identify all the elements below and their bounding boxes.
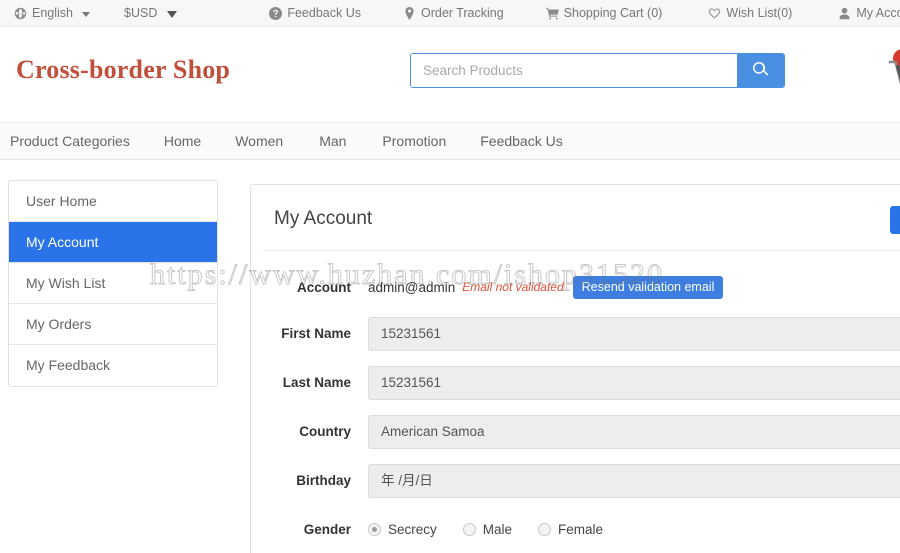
question-circle-icon: [269, 6, 283, 20]
account-form: Account admin@admin Email not validated …: [251, 251, 900, 553]
topbar-wish-list-link[interactable]: Wish List(0): [708, 0, 792, 26]
currency-selector[interactable]: $USD: [124, 0, 178, 26]
currency-label: $USD: [124, 6, 158, 20]
page-title: My Account: [274, 208, 373, 229]
utility-topbar: English $USD Feedback Us Order Tracking …: [0, 0, 900, 27]
account-label: Account: [297, 279, 351, 295]
gender-option-female-label: Female: [558, 522, 604, 537]
topbar-order-tracking-link[interactable]: Order Tracking: [403, 0, 504, 26]
birthday-date-input[interactable]: 年 /月/日: [368, 463, 900, 498]
chevron-down-icon: [82, 11, 90, 17]
nav-item-man[interactable]: Man: [319, 133, 346, 149]
header-cart-widget[interactable]: [884, 49, 900, 99]
account-sidebar: User Home My Account My Wish List My Ord…: [8, 180, 218, 387]
sidebar-item-user-home[interactable]: User Home: [9, 181, 217, 222]
birthday-label: Birthday: [296, 473, 351, 488]
nav-item-feedback-us[interactable]: Feedback Us: [480, 133, 562, 149]
update-button[interactable]: Up: [890, 206, 900, 234]
shopping-cart-icon: [545, 7, 559, 20]
gender-option-male[interactable]: Male: [462, 522, 513, 537]
nav-item-home[interactable]: Home: [164, 133, 201, 149]
last-name-input[interactable]: 15231561: [368, 365, 900, 400]
radio-dot-icon: [368, 523, 381, 536]
topbar-my-account-label: My Account (1523: [856, 6, 900, 20]
gender-option-female[interactable]: Female: [538, 522, 603, 537]
page-root: English $USD Feedback Us Order Tracking …: [0, 0, 900, 553]
topbar-order-tracking-label: Order Tracking: [421, 6, 504, 20]
site-logo[interactable]: Cross-border Shop: [16, 55, 230, 85]
language-selector[interactable]: English: [14, 0, 90, 26]
map-pin-icon: [403, 6, 416, 20]
search-input[interactable]: [411, 54, 737, 87]
heart-icon: [708, 7, 721, 20]
country-label: Country: [299, 424, 351, 439]
topbar-wish-list-label: Wish List(0): [726, 6, 793, 20]
form-row-first-name: First Name 15231561: [251, 309, 900, 358]
topbar-feedback-link[interactable]: Feedback Us: [269, 0, 361, 26]
nav-item-women[interactable]: Women: [235, 133, 283, 149]
gender-label: Gender: [303, 522, 351, 537]
email-validation-warning: Email not validated: [462, 280, 564, 294]
form-row-birthday: Birthday 年 /月/日: [251, 456, 900, 505]
nav-item-product-categories[interactable]: Product Categories: [10, 133, 130, 149]
radio-dot-icon: [538, 523, 552, 536]
last-name-label: Last Name: [282, 375, 351, 390]
gender-option-male-label: Male: [482, 522, 513, 537]
form-row-account: Account admin@admin Email not validated …: [251, 265, 900, 309]
gender-option-secrecy-label: Secrecy: [388, 522, 437, 537]
site-header: Cross-border Shop: [0, 27, 900, 122]
topbar-feedback-label: Feedback Us: [287, 6, 361, 20]
gender-option-secrecy[interactable]: Secrecy: [368, 522, 437, 537]
globe-icon: [14, 7, 27, 20]
sidebar-item-my-feedback[interactable]: My Feedback: [9, 345, 217, 386]
form-row-country: Country American Samoa: [251, 407, 900, 456]
chevron-down-icon: [167, 10, 178, 18]
topbar-shopping-cart-label: Shopping Cart (0): [563, 6, 663, 20]
form-row-last-name: Last Name 15231561: [251, 358, 900, 407]
search-button[interactable]: [737, 54, 784, 87]
radio-dot-icon: [462, 523, 476, 536]
topbar-shopping-cart-link[interactable]: Shopping Cart (0): [545, 0, 663, 26]
sidebar-item-my-orders[interactable]: My Orders: [9, 304, 217, 345]
resend-validation-email-button[interactable]: Resend validation email: [572, 275, 724, 299]
user-icon: [838, 7, 851, 20]
first-name-input[interactable]: 15231561: [368, 316, 900, 351]
account-value: admin@admin: [368, 279, 456, 295]
nav-item-promotion[interactable]: Promotion: [382, 133, 446, 149]
search-icon: [752, 61, 769, 81]
main-navigation: Product Categories Home Women Man Promot…: [0, 122, 900, 160]
topbar-my-account-link[interactable]: My Account (1523: [838, 0, 900, 26]
first-name-label: First Name: [281, 326, 351, 341]
search-bar: [410, 53, 785, 88]
panel-header: My Account Up: [263, 185, 900, 251]
form-row-gender: Gender Secrecy Male Female: [251, 505, 900, 553]
sidebar-item-my-wish-list[interactable]: My Wish List: [9, 263, 217, 304]
sidebar-item-my-account[interactable]: My Account: [9, 222, 217, 263]
country-select[interactable]: American Samoa: [368, 414, 900, 449]
language-label: English: [32, 6, 73, 20]
account-panel: My Account Up Account admin@admin Email …: [250, 184, 900, 553]
gender-radio-group: Secrecy Male Female: [368, 522, 629, 537]
